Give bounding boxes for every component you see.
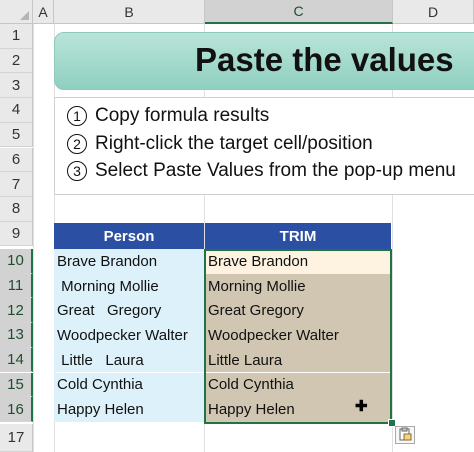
cell-trim[interactable]: Cold Cynthia — [205, 372, 391, 398]
row-header-16[interactable]: 16 — [0, 397, 33, 422]
cell-person[interactable]: Morning Mollie — [54, 273, 204, 299]
row-header-14[interactable]: 14 — [0, 347, 33, 373]
cell-person[interactable]: Great Gregory — [54, 298, 204, 324]
cell-person[interactable]: Little Laura — [54, 347, 204, 373]
cross-cursor-icon: ✚ — [355, 398, 368, 415]
cell-trim-active[interactable]: Brave Brandon — [205, 249, 391, 274]
row-header-6[interactable]: 6 — [0, 147, 33, 173]
row-header-7[interactable]: 7 — [0, 172, 33, 197]
step-text: Copy formula results — [95, 105, 270, 126]
cell-person[interactable]: Happy Helen — [54, 397, 204, 422]
cell-person[interactable]: Woodpecker Walter — [54, 323, 204, 348]
step-number: 1 — [67, 106, 87, 126]
cell-person[interactable]: Brave Brandon — [54, 249, 204, 274]
column-header-a[interactable]: A — [33, 0, 54, 24]
step-text: Select Paste Values from the pop-up menu — [95, 160, 456, 181]
row-header-13[interactable]: 13 — [0, 323, 33, 348]
row-header-2[interactable]: 2 — [0, 48, 33, 74]
row-header-1[interactable]: 1 — [0, 24, 33, 49]
step-1: 1 Copy formula results — [67, 105, 269, 127]
column-header-c[interactable]: C — [205, 0, 393, 24]
row-header-12[interactable]: 12 — [0, 298, 33, 324]
cell-trim[interactable]: Little Laura — [205, 347, 391, 373]
cell-trim[interactable]: Morning Mollie — [205, 273, 391, 299]
header-person[interactable]: Person — [54, 223, 204, 249]
select-all-button[interactable] — [0, 0, 33, 24]
row-header-3[interactable]: 3 — [0, 73, 33, 99]
cell-trim[interactable]: Woodpecker Walter — [205, 323, 391, 348]
row-header-5[interactable]: 5 — [0, 122, 33, 148]
step-number: 3 — [67, 161, 87, 181]
cell-person[interactable]: Cold Cynthia — [54, 372, 204, 398]
row-header-8[interactable]: 8 — [0, 196, 33, 222]
instructions-box: 1 Copy formula results 2 Right-click the… — [54, 97, 474, 195]
row-header-17[interactable]: 17 — [0, 424, 33, 452]
step-text: Right-click the target cell/position — [95, 133, 373, 154]
column-header-d[interactable]: D — [393, 0, 474, 24]
row-header-15[interactable]: 15 — [0, 372, 33, 398]
row-header-4[interactable]: 4 — [0, 98, 33, 123]
step-3: 3 Select Paste Values from the pop-up me… — [67, 160, 456, 182]
row-header-9[interactable]: 9 — [0, 221, 33, 247]
clipboard-icon — [398, 427, 412, 444]
gridline — [33, 24, 34, 452]
paste-options-button[interactable] — [395, 426, 415, 444]
step-2: 2 Right-click the target cell/position — [67, 133, 373, 155]
header-trim[interactable]: TRIM — [205, 223, 391, 249]
step-number: 2 — [67, 134, 87, 154]
title-banner: Paste the values — [54, 32, 474, 90]
row-header-11[interactable]: 11 — [0, 273, 33, 299]
banner-title: Paste the values — [195, 41, 454, 78]
cell-trim[interactable]: Great Gregory — [205, 298, 391, 324]
row-header-10[interactable]: 10 — [0, 249, 33, 274]
spreadsheet-grid: A B C D 1 2 3 4 5 6 7 8 9 10 11 12 13 14… — [0, 0, 474, 452]
column-header-b[interactable]: B — [54, 0, 205, 24]
